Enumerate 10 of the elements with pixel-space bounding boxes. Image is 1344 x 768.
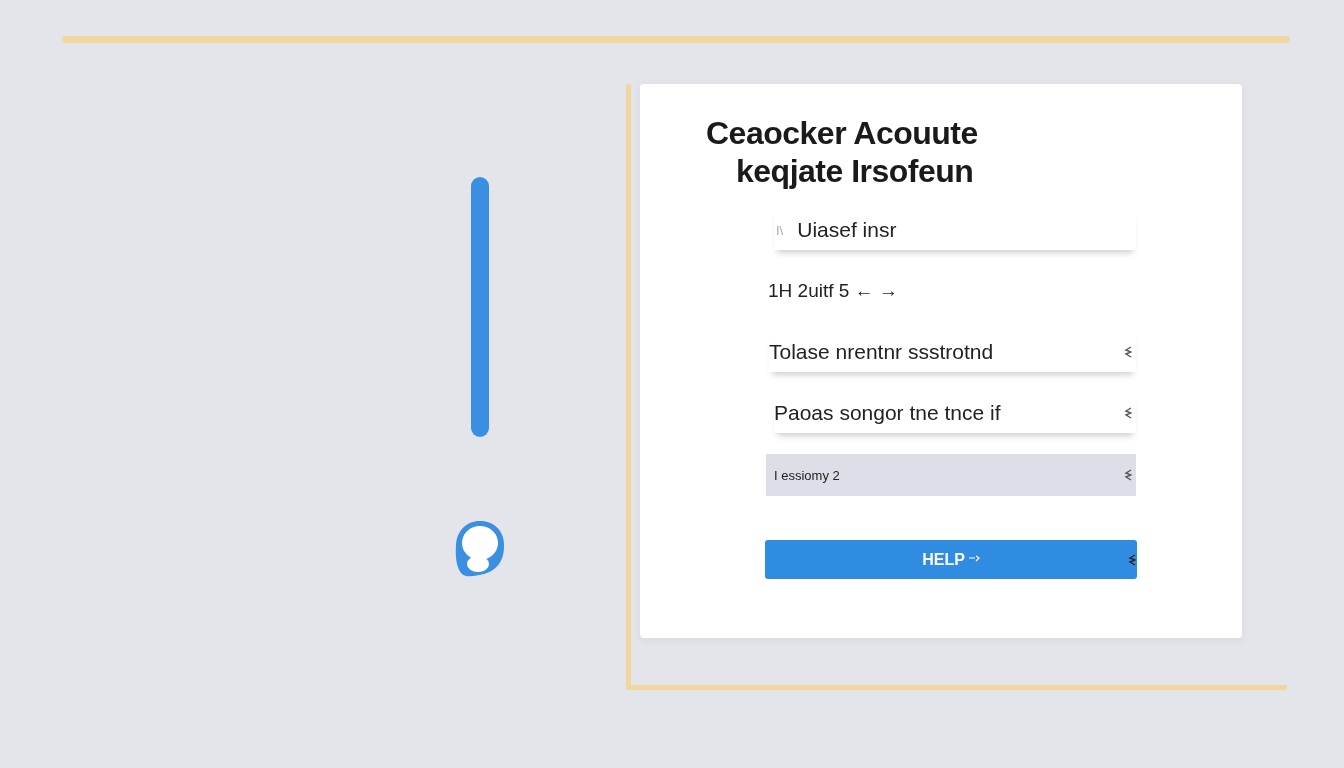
scroll-bar[interactable] bbox=[471, 177, 489, 437]
input-field[interactable]: I\ Uiasef insr bbox=[774, 210, 1136, 250]
field-prefix: I\ bbox=[775, 222, 784, 238]
form-title: Ceaocker Acouute keqjate Irsofeun bbox=[705, 114, 979, 190]
input-field[interactable]: Paoas songor tne tnce if bbox=[774, 393, 1136, 433]
input-field[interactable]: I essiomy 2 bbox=[766, 454, 1136, 496]
chat-bubble-icon[interactable] bbox=[454, 519, 506, 579]
grip-icon bbox=[1128, 553, 1136, 567]
help-button[interactable]: HELP bbox=[765, 540, 1137, 579]
input-field[interactable]: Tolase nrentnr ssstrotnd bbox=[769, 332, 1136, 372]
